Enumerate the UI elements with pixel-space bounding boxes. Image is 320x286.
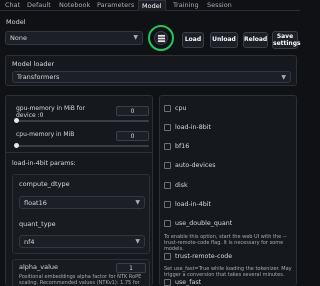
model-loader-value: Transformers <box>17 73 60 81</box>
quant-params-box: compute_dtype float16 ▼ quant_type nf4 ▼ <box>12 174 150 254</box>
left-settings-panel: gpu-memory in MiB for device :0 0 cpu-me… <box>5 95 153 286</box>
tab-chat[interactable]: Chat <box>2 0 23 11</box>
unload-button[interactable]: Unload <box>210 32 238 48</box>
model-loader-label: Model loader <box>12 60 55 68</box>
gpu-memory-input[interactable]: 0 <box>116 106 149 116</box>
checkbox-box[interactable] <box>164 253 171 260</box>
checkbox-label: disk <box>175 182 188 189</box>
load-4bit-params-label: load-in-4bit params: <box>12 160 76 167</box>
checkbox-label: auto-devices <box>175 162 216 169</box>
checkbox-box[interactable] <box>164 279 171 286</box>
tab-bar: Chat Default Notebook Parameters Model T… <box>0 0 300 11</box>
checkbox-label: use_double_quant <box>175 220 233 227</box>
compute-dtype-value: float16 <box>24 199 47 207</box>
checkbox-box[interactable] <box>164 220 171 227</box>
use-fast-note: Set use_fast=True while loading the toke… <box>164 266 292 278</box>
right-settings-panel: cpu load-in-8bit bf16 auto-devices disk … <box>159 95 297 286</box>
tab-notebook[interactable]: Notebook <box>56 0 93 11</box>
tab-default[interactable]: Default <box>24 0 54 11</box>
checkbox-box[interactable] <box>164 105 171 112</box>
save-settings-button[interactable]: Save settings <box>272 31 301 49</box>
cpu-memory-input[interactable]: 0 <box>116 131 149 141</box>
model-loader-select[interactable]: Transformers ▼ <box>12 71 291 83</box>
alpha-value-note: Positional embeddings alpha factor for N… <box>19 274 142 286</box>
gpu-memory-label: gpu-memory in MiB for device :0 <box>16 105 86 119</box>
gpu-memory-slider[interactable] <box>16 120 149 122</box>
alpha-value-label: alpha_value <box>19 263 59 271</box>
checkbox-box[interactable] <box>164 124 171 131</box>
checkbox-label: trust-remote-code <box>175 253 233 260</box>
tab-parameters[interactable]: Parameters <box>94 0 137 11</box>
checkbox-box[interactable] <box>164 182 171 189</box>
compute-dtype-select[interactable]: float16 ▼ <box>19 196 145 209</box>
alpha-value-box: alpha_value 1 Positional embeddings alph… <box>12 259 150 286</box>
chevron-down-icon: ▼ <box>281 74 286 81</box>
model-select[interactable]: None ▼ <box>5 31 143 45</box>
divider <box>6 152 152 153</box>
cpu-memory-slider-thumb[interactable] <box>14 143 19 148</box>
checkbox-box[interactable] <box>164 162 171 169</box>
save-settings-label-1: Save <box>276 33 294 40</box>
compute-dtype-label: compute_dtype <box>19 180 70 188</box>
load-button[interactable]: Load <box>182 32 204 48</box>
tab-session[interactable]: Session <box>204 0 235 11</box>
tab-training[interactable]: Training <box>170 0 202 11</box>
refresh-icon <box>157 34 166 43</box>
model-label: Model <box>6 18 26 26</box>
alpha-value-input[interactable]: 1 <box>116 263 146 273</box>
checkbox-label: cpu <box>175 105 187 112</box>
trust-remote-code-note: To enable this option, start the web UI … <box>164 234 287 252</box>
checkbox-label: bf16 <box>175 143 190 150</box>
checkbox-label: use_fast <box>175 279 202 286</box>
save-settings-label-2: settings <box>273 40 301 47</box>
model-select-value: None <box>10 34 27 42</box>
quant-type-select[interactable]: nf4 ▼ <box>19 235 145 248</box>
checkbox-label: load-in-8bit <box>175 124 211 131</box>
quant-type-label: quant_type <box>19 220 56 228</box>
refresh-button[interactable] <box>148 25 174 51</box>
reload-button[interactable]: Reload <box>243 32 268 48</box>
cpu-memory-label: cpu-memory in MiB <box>16 131 75 138</box>
chevron-down-icon: ▼ <box>135 199 140 206</box>
model-loader-panel: Model loader Transformers ▼ <box>5 55 297 86</box>
tab-model[interactable]: Model <box>138 0 166 11</box>
quant-type-value: nf4 <box>24 238 35 246</box>
chevron-down-icon: ▼ <box>133 34 138 41</box>
checkbox-box[interactable] <box>164 143 171 150</box>
checkbox-label: load-in-4bit <box>175 201 211 208</box>
chevron-down-icon: ▼ <box>135 238 140 245</box>
gpu-memory-slider-thumb[interactable] <box>14 118 19 123</box>
checkbox-box[interactable] <box>164 201 171 208</box>
cpu-memory-slider[interactable] <box>16 145 149 147</box>
